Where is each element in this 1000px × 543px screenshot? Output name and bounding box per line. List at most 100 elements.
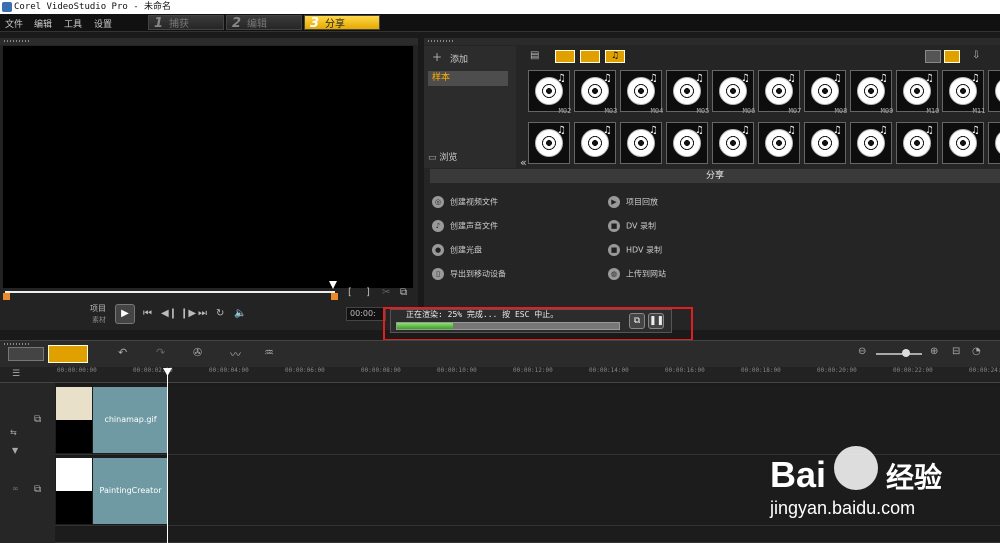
dv-record-button[interactable]: ■ DV 录制 <box>608 220 656 233</box>
volume-icon[interactable]: 🔈 <box>234 308 246 319</box>
library-audio-tile[interactable]: ♫ <box>620 70 662 112</box>
scrub-bar[interactable] <box>5 291 335 293</box>
library-audio-tile[interactable]: ♫ <box>620 122 662 164</box>
library-audio-tile[interactable]: ♫ <box>988 122 1000 164</box>
library-audio-tile[interactable]: ♫ <box>666 122 708 164</box>
record-capture-icon[interactable]: ✇ <box>193 346 202 359</box>
tab-edit[interactable]: 2 编辑 <box>226 15 302 31</box>
previous-frame-icon[interactable]: ◀❙ <box>161 308 177 319</box>
duration-icon[interactable]: ◔ <box>972 346 981 357</box>
library-audio-tile[interactable]: ♫ <box>896 70 938 112</box>
clip-thumbnail[interactable] <box>56 387 92 453</box>
library-folder-sample[interactable]: 样本 <box>428 71 508 86</box>
track-manager-icon[interactable]: ☰ <box>12 369 20 379</box>
library-audio-tile[interactable]: ♫ <box>896 122 938 164</box>
preview-toggle-icon[interactable]: ⧉ <box>629 313 645 329</box>
play-button[interactable]: ▶ <box>115 304 135 324</box>
audio-mixer-icon[interactable]: 〰 <box>230 346 241 362</box>
menu-settings[interactable]: 设置 <box>94 17 112 30</box>
timecode-display[interactable]: 00:00: <box>346 307 386 321</box>
library-audio-tile[interactable]: ♫ <box>988 70 1000 112</box>
library-audio-tile[interactable]: ♫ <box>758 122 800 164</box>
zoom-slider-knob[interactable] <box>902 349 910 357</box>
create-video-file-button[interactable]: ◎ 创建视频文件 <box>432 196 498 209</box>
zoom-in-icon[interactable]: ⊕ <box>930 346 938 357</box>
library-audio-tile[interactable]: ♫ <box>712 70 754 112</box>
step-label: 捕获 <box>169 19 190 30</box>
library-audio-tile[interactable]: ♫ <box>942 70 984 112</box>
enlarge-icon[interactable]: ⧉ <box>400 287 407 298</box>
music-note-icon: ♫ <box>603 125 612 136</box>
fit-project-icon[interactable]: ⊟ <box>952 346 960 357</box>
image-filter-icon[interactable] <box>580 50 600 63</box>
sort-icon[interactable]: ⇩ <box>972 50 980 61</box>
dropdown-icon[interactable]: ▼ <box>12 446 18 455</box>
timeline-ruler[interactable]: 00:00:00:00 00:00:02:00 00:00:04:00 00:00:0… <box>0 367 1000 383</box>
video-filter-icon[interactable] <box>555 50 575 63</box>
ruler-tick-label: 00:00:16:00 <box>665 367 705 374</box>
mark-in-button[interactable]: [ <box>348 287 352 298</box>
video-track-icon[interactable]: ⧉ <box>34 414 41 425</box>
library-audio-tile[interactable]: ♫ <box>574 122 616 164</box>
library-audio-tile[interactable]: ♫ <box>666 70 708 112</box>
link-icon[interactable]: ∞ <box>12 484 19 493</box>
add-icon[interactable]: + <box>432 50 442 64</box>
tab-capture[interactable]: 1 捕获 <box>148 15 224 31</box>
project-mode-label[interactable]: 项目 <box>90 303 106 314</box>
menu-tools[interactable]: 工具 <box>64 17 82 30</box>
share-label: 项目回放 <box>626 197 658 207</box>
undo-icon[interactable]: ↶ <box>118 346 127 359</box>
repeat-icon[interactable]: ↻ <box>216 308 224 319</box>
cut-icon[interactable]: ✂ <box>382 287 390 298</box>
library-audio-tile[interactable]: ♫ <box>850 70 892 112</box>
timeline-clip[interactable]: PaintingCreator <box>93 458 168 524</box>
auto-music-icon[interactable]: ♒ <box>264 346 274 359</box>
next-frame-icon[interactable]: ❙▶ <box>180 308 196 319</box>
hdv-record-button[interactable]: ■ HDV 录制 <box>608 244 662 257</box>
library-audio-tile[interactable]: ♫ <box>804 70 846 112</box>
timeline-playhead[interactable] <box>167 372 168 543</box>
timeline-view-icon[interactable] <box>48 345 88 363</box>
redo-icon[interactable]: ↷ <box>156 346 165 359</box>
library-audio-tile[interactable]: ♫ <box>850 122 892 164</box>
step-number: 3 <box>310 16 320 31</box>
library-audio-tile[interactable]: ♫ <box>712 122 754 164</box>
mark-in-handle[interactable] <box>3 293 10 300</box>
library-audio-tile[interactable]: ♫ <box>758 70 800 112</box>
create-audio-file-button[interactable]: ♪ 创建声音文件 <box>432 220 498 233</box>
mark-out-handle[interactable] <box>331 293 338 300</box>
library-audio-tile[interactable]: ♫ <box>528 122 570 164</box>
timeline-clip[interactable]: chinamap.gif <box>93 387 168 453</box>
library-audio-tile[interactable]: ♫ <box>528 70 570 112</box>
audio-filter-icon[interactable]: ♫ <box>605 50 625 63</box>
zoom-slider[interactable] <box>876 353 922 355</box>
overlay-track-icon[interactable]: ⧉ <box>34 484 41 495</box>
folder-icon[interactable]: ▤ <box>530 50 539 61</box>
title-track[interactable] <box>55 527 1000 543</box>
collapse-library-icon[interactable]: « <box>520 156 527 169</box>
library-audio-tile[interactable]: ♫ <box>942 122 984 164</box>
library-audio-tile[interactable]: ♫ <box>804 122 846 164</box>
clip-mode-label[interactable]: 素材 <box>92 315 106 325</box>
thumbnail-view-icon[interactable] <box>944 50 960 63</box>
mark-out-button[interactable]: ] <box>366 287 370 298</box>
browse-button[interactable]: ▭ 浏览 <box>428 150 516 166</box>
zoom-out-icon[interactable]: ⊖ <box>858 346 866 357</box>
menu-file[interactable]: 文件 <box>5 17 23 30</box>
clip-thumbnail[interactable] <box>56 458 92 524</box>
upload-web-button[interactable]: ◍ 上传到网站 <box>608 268 666 281</box>
export-mobile-button[interactable]: ▯ 导出到移动设备 <box>432 268 506 281</box>
end-icon[interactable]: ⏭ <box>198 308 207 319</box>
ripple-edit-icon[interactable]: ⇆ <box>10 428 17 437</box>
storyboard-view-icon[interactable] <box>8 347 44 361</box>
pause-icon[interactable]: ❚❚ <box>648 313 664 329</box>
library-audio-tile[interactable]: ♫ <box>574 70 616 112</box>
list-view-icon[interactable] <box>925 50 941 63</box>
add-button[interactable]: 添加 <box>450 52 468 65</box>
hd-camcorder-icon: ■ <box>608 244 620 256</box>
project-playback-button[interactable]: ▶ 项目回放 <box>608 196 658 209</box>
menu-edit[interactable]: 编辑 <box>34 17 52 30</box>
create-disc-button[interactable]: ● 创建光盘 <box>432 244 482 257</box>
home-icon[interactable]: ⏮ <box>143 308 152 319</box>
tab-share[interactable]: 3 分享 <box>304 15 380 31</box>
